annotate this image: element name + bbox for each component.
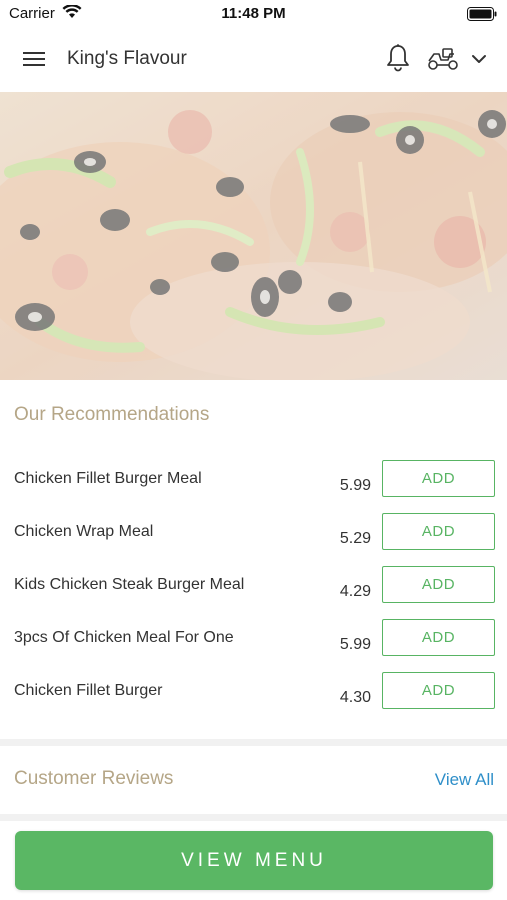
status-bar: Carrier 11:48 PM bbox=[0, 0, 507, 26]
list-item: Chicken Fillet Burger 4.30 ADD bbox=[0, 672, 507, 735]
item-price: 4.30 bbox=[339, 689, 371, 706]
item-name: Chicken Wrap Meal bbox=[14, 523, 154, 540]
bell-icon[interactable] bbox=[384, 43, 412, 73]
hero-pizza-image bbox=[0, 92, 507, 380]
item-price: 4.29 bbox=[339, 583, 371, 600]
view-menu-button[interactable]: VIEW MENU bbox=[15, 831, 493, 890]
item-name: Chicken Fillet Burger bbox=[14, 682, 163, 699]
item-price: 5.99 bbox=[339, 477, 371, 494]
reviews-title: Customer Reviews bbox=[14, 768, 174, 789]
item-name: 3pcs Of Chicken Meal For One bbox=[14, 629, 234, 646]
view-all-link[interactable]: View All bbox=[435, 770, 494, 790]
item-name: Kids Chicken Steak Burger Meal bbox=[14, 576, 245, 593]
add-button[interactable]: ADD bbox=[382, 513, 495, 550]
battery-icon bbox=[467, 7, 497, 26]
app-title: King's Flavour bbox=[67, 48, 187, 69]
app-header: King's Flavour bbox=[0, 26, 507, 92]
section-divider bbox=[0, 739, 507, 746]
add-button[interactable]: ADD bbox=[382, 619, 495, 656]
clock-time: 11:48 PM bbox=[221, 5, 286, 22]
item-name: Chicken Fillet Burger Meal bbox=[14, 470, 202, 487]
chevron-down-icon[interactable] bbox=[470, 50, 488, 68]
add-button[interactable]: ADD bbox=[382, 672, 495, 709]
hamburger-menu-icon[interactable] bbox=[20, 46, 48, 72]
item-price: 5.29 bbox=[339, 530, 371, 547]
delivery-scooter-icon[interactable] bbox=[426, 46, 460, 72]
recommendations-title: Our Recommendations bbox=[14, 404, 210, 425]
item-price: 5.99 bbox=[339, 636, 371, 653]
section-divider bbox=[0, 814, 507, 821]
add-button[interactable]: ADD bbox=[382, 460, 495, 497]
add-button[interactable]: ADD bbox=[382, 566, 495, 603]
